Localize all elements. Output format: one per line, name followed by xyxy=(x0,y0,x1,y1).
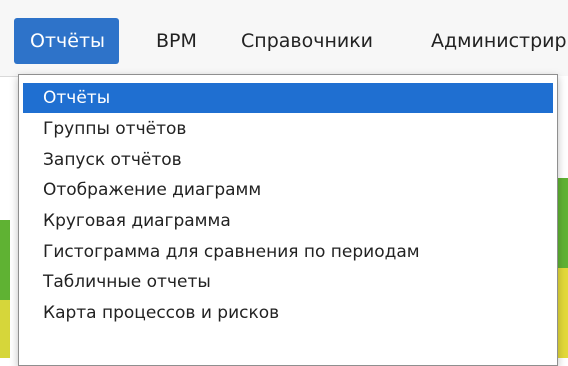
top-menubar: Отчёты BPM Справочники Администрир xyxy=(0,0,568,77)
dropdown-item-period-histogram[interactable]: Гистограмма для сравнения по периодам xyxy=(23,237,553,267)
dropdown-item-diagram-display[interactable]: Отображение диаграмм xyxy=(23,175,553,205)
dropdown-item-table-reports[interactable]: Табличные отчеты xyxy=(23,267,553,297)
menu-bpm[interactable]: BPM xyxy=(156,18,197,64)
background-chart-fragment-left xyxy=(0,220,10,300)
background-chart-fragment-left-yellow xyxy=(0,300,10,358)
reports-dropdown-menu: Отчёты Группы отчётов Запуск отчётов Ото… xyxy=(18,74,558,366)
menu-administration[interactable]: Администрир xyxy=(431,18,567,64)
dropdown-item-process-risk-map[interactable]: Карта процессов и рисков xyxy=(23,298,553,328)
menu-directories[interactable]: Справочники xyxy=(241,18,373,64)
dropdown-item-reports[interactable]: Отчёты xyxy=(23,83,553,113)
menu-reports[interactable]: Отчёты xyxy=(14,18,120,64)
dropdown-item-run-reports[interactable]: Запуск отчётов xyxy=(23,145,553,175)
dropdown-item-pie-chart[interactable]: Круговая диаграмма xyxy=(23,206,553,236)
dropdown-item-report-groups[interactable]: Группы отчётов xyxy=(23,114,553,144)
